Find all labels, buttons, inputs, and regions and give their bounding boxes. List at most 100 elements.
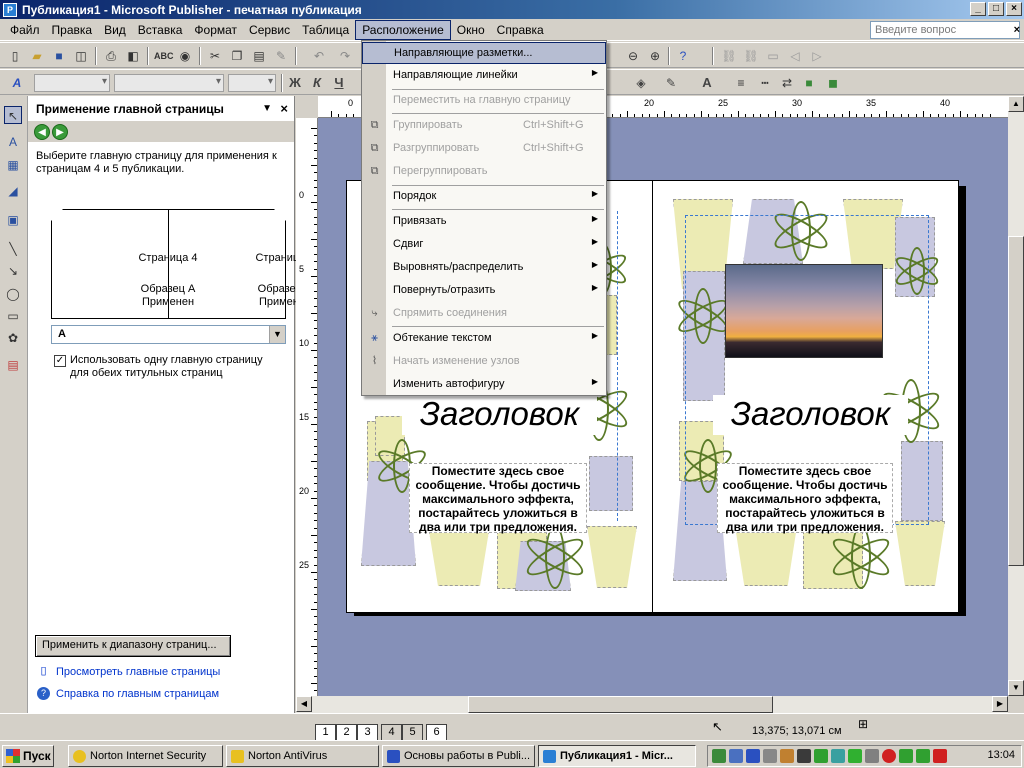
menu-view[interactable]: Вид [98,21,132,39]
search-files-icon[interactable]: ◫ [72,47,90,65]
insert-link-icon[interactable]: ⛓ [720,47,738,65]
menu-item-layout-guides[interactable]: Направляющие разметки... [362,42,606,64]
unlink-icon[interactable]: ⛓ [742,47,760,65]
italic-button[interactable]: К [308,74,326,92]
master-page-select[interactable]: А ▼ [51,325,286,344]
wordart-icon[interactable]: ◢ [4,182,22,200]
menu-help[interactable]: Справка [491,21,550,39]
dash-style-icon[interactable]: ┅ [756,74,774,92]
tray-icon[interactable] [729,749,743,763]
menu-item-rotate-flip[interactable]: Повернуть/отразить ▶ [362,280,606,302]
previous-frame-icon[interactable]: ◁ [786,47,804,65]
page-tab-4[interactable]: 4 [381,724,402,741]
arrow-tool-icon[interactable]: ↘ [4,262,22,280]
copy-icon[interactable]: ❐ [228,47,246,65]
scroll-down-icon[interactable]: ▼ [1008,680,1024,696]
cut-icon[interactable]: ✂ [206,47,224,65]
headline-left[interactable]: Заголовок [402,395,597,435]
rectangle-tool-icon[interactable]: ▭ [4,307,22,325]
print-icon[interactable]: ⎙ [102,47,120,65]
menu-edit[interactable]: Правка [46,21,99,39]
tray-icon[interactable] [712,749,726,763]
horizontal-scroll-thumb[interactable] [468,696,773,713]
font-size-combo[interactable] [228,74,276,92]
help-icon[interactable]: ? [674,47,692,65]
zoom-out-icon[interactable]: ⊖ [624,47,642,65]
page-tab-5[interactable]: 5 [402,724,423,741]
vertical-ruler[interactable]: 0 5 10 15 20 25 [296,118,318,696]
autoshapes-icon[interactable]: ✿ [4,329,22,347]
scroll-left-icon[interactable]: ◀ [296,696,312,712]
view-master-pages-link[interactable]: ▯ Просмотреть главные страницы [37,665,220,678]
start-button[interactable]: Пуск [2,745,54,767]
tray-icon[interactable] [780,749,794,763]
tray-icon[interactable] [848,749,862,763]
line-color-icon[interactable]: ✎ [662,74,680,92]
spelling-icon[interactable]: ABC [154,47,174,65]
message-left[interactable]: Поместите здесь свое сообщение. Чтобы до… [409,463,587,534]
tray-icon[interactable] [899,749,913,763]
tray-icon[interactable] [814,749,828,763]
ask-question-input[interactable]: Введите вопрос [870,21,1020,39]
back-icon[interactable]: ◀ [34,124,50,140]
oval-tool-icon[interactable]: ◯ [4,285,22,303]
taskbar-item-word-document[interactable]: Основы работы в Publi... [382,745,535,767]
scroll-right-icon[interactable]: ▶ [992,696,1008,712]
line-style-icon[interactable]: ≡ [732,74,750,92]
print-preview-icon[interactable]: ◧ [124,47,142,65]
volume-icon[interactable] [763,749,777,763]
horizontal-scrollbar[interactable]: ◀ ▶ [296,696,1008,713]
menu-item-change-autoshape[interactable]: Изменить автофигуру ▶ [362,374,606,396]
format-painter-icon[interactable]: ✎ [272,47,290,65]
paste-icon[interactable]: ▤ [250,47,268,65]
menu-insert[interactable]: Вставка [132,21,189,39]
minimize-button[interactable]: _ [970,2,986,16]
research-icon[interactable]: ◉ [176,47,194,65]
close-button[interactable]: × [1006,2,1022,16]
design-gallery-icon[interactable]: ▤ [4,356,22,374]
menu-file[interactable]: Файл [4,21,46,39]
menu-item-nudge[interactable]: Сдвиг ▶ [362,234,606,256]
page-5[interactable]: Заголовок Поместите здесь свое сообщение… [652,180,959,613]
menu-item-ruler-guides[interactable]: Направляющие линейки ▶ [362,65,606,87]
line-tool-icon[interactable]: ╲ [4,240,22,258]
page-tab-3[interactable]: 3 [357,724,378,741]
new-icon[interactable]: ▯ [6,47,24,65]
doc-close-icon[interactable]: × [1014,24,1020,36]
picture-frame-icon[interactable]: ▣ [4,211,22,229]
undo-icon[interactable]: ↶ [310,47,328,65]
menu-item-text-wrapping[interactable]: ⚹ Обтекание текстом ▶ [362,328,606,350]
tray-icon[interactable] [865,749,879,763]
tray-icon[interactable] [746,749,760,763]
taskbar-item-publisher[interactable]: Публикация1 - Micr... [538,745,696,767]
maximize-button[interactable]: □ [988,2,1004,16]
page-tab-2[interactable]: 2 [336,724,357,741]
styles-icon[interactable]: A [8,74,26,92]
font-combo[interactable] [114,74,224,92]
single-master-checkbox-row[interactable]: ✓ Использовать одну главную страницу для… [54,354,284,380]
taskbar-item-norton-internet-security[interactable]: Norton Internet Security [68,745,223,767]
menu-table[interactable]: Таблица [296,21,355,39]
headline-right[interactable]: Заголовок [713,395,908,435]
bold-button[interactable]: Ж [286,74,304,92]
publisher-app-icon[interactable]: P [3,2,17,17]
page-tab-1[interactable]: 1 [315,724,336,741]
arrow-style-icon[interactable]: ⇄ [778,74,796,92]
menu-format[interactable]: Формат [188,21,243,39]
language-icon[interactable] [882,749,896,763]
tray-icon[interactable] [831,749,845,763]
sunset-picture[interactable] [725,264,883,358]
chevron-down-icon[interactable]: ▼ [269,326,285,343]
insert-table-icon[interactable]: ▦ [4,156,22,174]
menu-arrange[interactable]: Расположение [355,19,451,40]
task-pane-dropdown-icon[interactable]: ▼ [262,103,272,114]
menu-item-order[interactable]: Порядок ▶ [362,186,606,208]
open-icon[interactable]: ▰ [28,47,46,65]
text-box-link-icon[interactable]: ▭ [764,47,782,65]
menu-tools[interactable]: Сервис [243,21,296,39]
ruler-corner[interactable] [296,96,318,118]
menu-window[interactable]: Окно [451,21,491,39]
shadow-style-icon[interactable]: ■ [800,74,818,92]
tray-icon[interactable] [916,749,930,763]
vertical-scrollbar[interactable]: ▲ ▼ [1008,96,1024,696]
